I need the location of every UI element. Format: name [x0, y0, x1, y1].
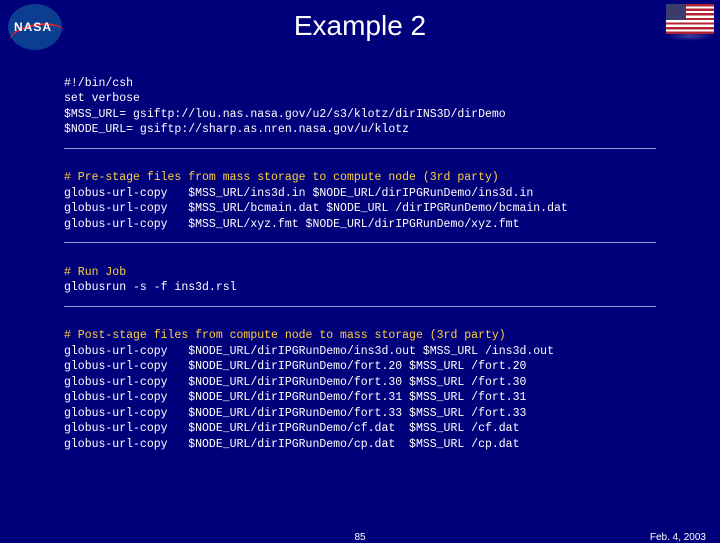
setup-code-block: #!/bin/csh set verbose $MSS_URL= gsiftp:…: [0, 60, 720, 138]
run-code-block: # Run Job globusrun -s -f ins3d.rsl: [0, 249, 720, 296]
code-line: globus-url-copy $MSS_URL/xyz.fmt $NODE_U…: [64, 218, 519, 231]
code-line: globus-url-copy $NODE_URL/dirIPGRunDemo/…: [64, 407, 526, 420]
prestage-code-block: # Pre-stage files from mass storage to c…: [0, 155, 720, 233]
code-line: globus-url-copy $NODE_URL/dirIPGRunDemo/…: [64, 422, 519, 435]
slide-title: Example 2: [0, 0, 720, 42]
code-line: globus-url-copy $MSS_URL/bcmain.dat $NOD…: [64, 202, 568, 215]
code-line: globus-url-copy $NODE_URL/dirIPGRunDemo/…: [64, 345, 554, 358]
code-line: globus-url-copy $MSS_URL/ins3d.in $NODE_…: [64, 187, 533, 200]
divider: [64, 242, 656, 243]
code-line: globusrun -s -f ins3d.rsl: [64, 281, 237, 294]
nasa-logo-text: NASA: [14, 20, 52, 34]
code-line: globus-url-copy $NODE_URL/dirIPGRunDemo/…: [64, 391, 526, 404]
code-line: set verbose: [64, 92, 140, 105]
footer-date: Feb. 4, 2003: [650, 532, 706, 543]
divider: [64, 306, 656, 307]
code-comment: # Run Job: [64, 266, 126, 279]
divider: [64, 148, 656, 149]
page-number: 85: [354, 532, 365, 543]
poststage-code-block: # Post-stage files from compute node to …: [0, 313, 720, 453]
code-comment: # Post-stage files from compute node to …: [64, 329, 506, 342]
code-line: #!/bin/csh: [64, 77, 133, 90]
code-line: globus-url-copy $NODE_URL/dirIPGRunDemo/…: [64, 376, 526, 389]
us-flag-icon: [666, 4, 714, 42]
code-line: globus-url-copy $NODE_URL/dirIPGRunDemo/…: [64, 360, 526, 373]
code-line: $NODE_URL= gsiftp://sharp.as.nren.nasa.g…: [64, 123, 409, 136]
slide-header: NASA Example 2: [0, 0, 720, 60]
code-comment: # Pre-stage files from mass storage to c…: [64, 171, 499, 184]
code-line: globus-url-copy $NODE_URL/dirIPGRunDemo/…: [64, 438, 519, 451]
nasa-logo: NASA: [8, 4, 64, 52]
code-line: $MSS_URL= gsiftp://lou.nas.nasa.gov/u2/s…: [64, 108, 506, 121]
